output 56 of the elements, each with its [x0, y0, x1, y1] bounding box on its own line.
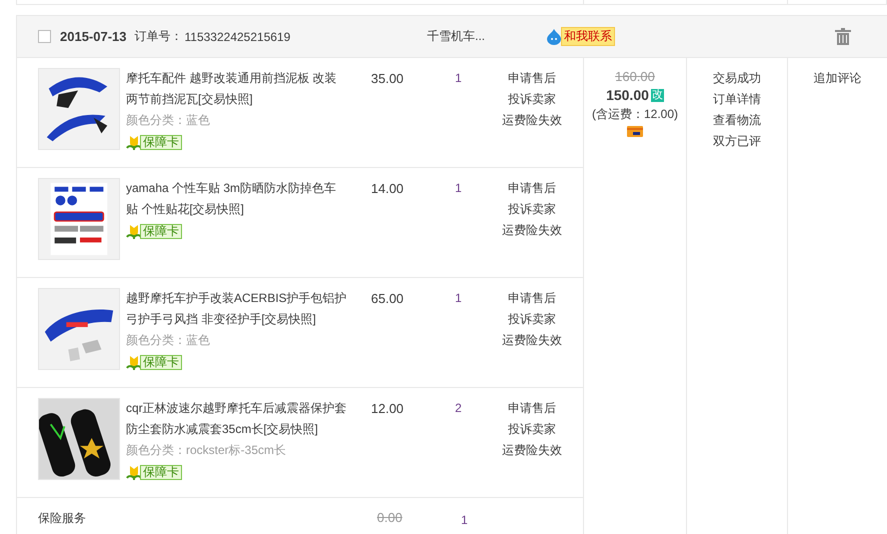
- guarantee-card-badge[interactable]: 保障卡: [140, 134, 182, 150]
- guarantee-card-badge[interactable]: 保障卡: [140, 224, 182, 238]
- service-link[interactable]: 运费险失效: [502, 220, 562, 241]
- color-variant: 颜色分类：蓝色: [126, 332, 211, 349]
- product-title-link[interactable]: cqr正林波速尔越野摩托车后减震器保护套防尘套防水减震套35cm长[交易快照]: [126, 398, 348, 440]
- seller-link[interactable]: 千雪机车...: [427, 28, 547, 45]
- original-total: 160.00: [615, 68, 655, 86]
- service-link[interactable]: 申请售后: [508, 288, 556, 309]
- quantity: 1: [455, 290, 463, 307]
- order-number: 1153322425215619: [184, 30, 290, 44]
- product-title-link[interactable]: 越野摩托车护手改装ACERBIS护手包铝护弓护手弓风挡 非变径护手[交易快照]: [126, 288, 348, 330]
- unit-price: 14.00: [371, 180, 405, 198]
- shipping-fee: (含运费：12.00): [592, 106, 678, 123]
- order-link[interactable]: 查看物流: [713, 110, 761, 131]
- flower-icon: [126, 134, 142, 150]
- trash-icon[interactable]: [835, 28, 851, 45]
- service-link[interactable]: 运费险失效: [502, 110, 562, 131]
- service-link[interactable]: 投诉卖家: [508, 199, 556, 220]
- product-title-link[interactable]: yamaha 个性车贴 3m防晒防水防掉色车贴 个性贴花[交易快照]: [126, 178, 348, 220]
- service-link[interactable]: 运费险失效: [502, 440, 562, 461]
- insurance-price: 0.00: [377, 510, 404, 527]
- order-number-label: 订单号：: [134, 28, 182, 45]
- order-total: 150.00: [606, 86, 649, 104]
- unit-price: 35.00: [371, 70, 405, 88]
- contact-link[interactable]: 和我联系: [561, 27, 615, 46]
- service-link[interactable]: 运费险失效: [502, 330, 562, 351]
- insurance-label: 保险服务: [38, 510, 87, 527]
- color-variant: 颜色分类：蓝色: [126, 112, 211, 129]
- order-link[interactable]: 双方已评: [713, 131, 761, 152]
- quantity: 1: [455, 180, 463, 197]
- quantity: 2: [455, 400, 463, 417]
- service-link[interactable]: 申请售后: [508, 178, 556, 199]
- service-link[interactable]: 投诉卖家: [508, 419, 556, 440]
- trade-status: 交易成功: [713, 70, 761, 87]
- order-date: 2015-07-13: [60, 29, 126, 44]
- color-variant: 颜色分类：rockster标-35cm长: [126, 442, 288, 459]
- guarantee-card-badge[interactable]: 保障卡: [140, 354, 182, 370]
- service-link[interactable]: 申请售后: [508, 68, 556, 89]
- flower-icon: [126, 464, 142, 480]
- service-link[interactable]: 投诉卖家: [508, 309, 556, 330]
- service-link[interactable]: 投诉卖家: [508, 89, 556, 110]
- add-review-link[interactable]: 追加评论: [814, 68, 862, 89]
- price-changed-badge: 改: [650, 88, 664, 102]
- flower-icon: [126, 354, 142, 370]
- checkbox[interactable]: [38, 30, 51, 43]
- service-link[interactable]: 申请售后: [508, 398, 556, 419]
- chat-bubble-icon[interactable]: [547, 28, 561, 44]
- guarantee-card-badge[interactable]: 保障卡: [140, 464, 182, 480]
- product-title-link[interactable]: 摩托车配件 越野改装通用前挡泥板 改装两节前挡泥瓦[交易快照]: [126, 68, 348, 110]
- order-link[interactable]: 订单详情: [713, 89, 761, 110]
- flower-icon: [126, 223, 142, 239]
- quantity: 1: [455, 70, 463, 87]
- unit-price: 12.00: [371, 400, 405, 418]
- unit-price: 65.00: [371, 290, 405, 308]
- card-icon[interactable]: [627, 126, 643, 137]
- quantity: 1: [461, 512, 469, 529]
